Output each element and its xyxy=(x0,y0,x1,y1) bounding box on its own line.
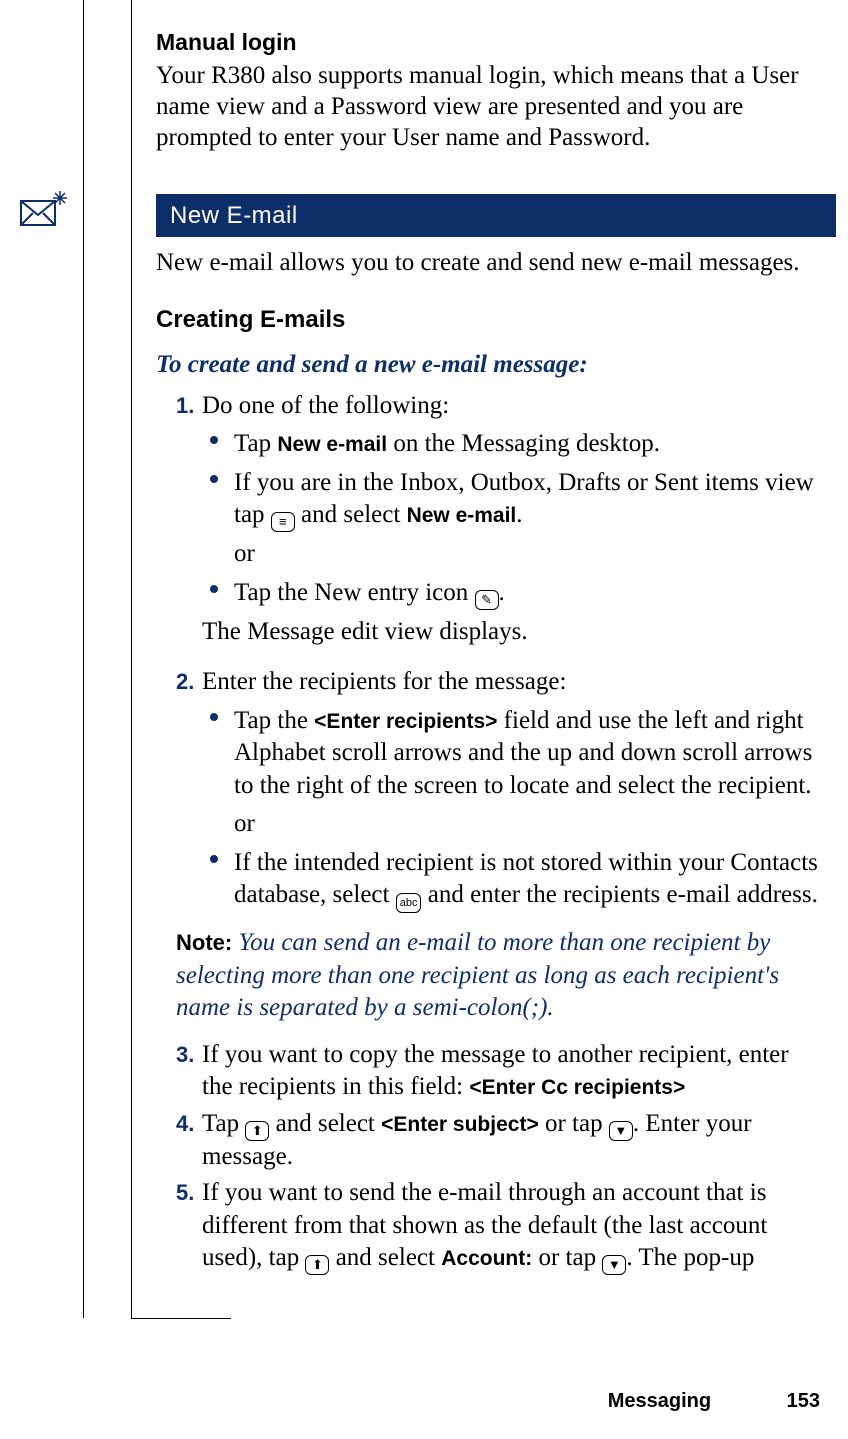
step-body: If you want to send the e-mail through a… xyxy=(202,1177,820,1275)
note-block: Note: You can send an e-mail to more tha… xyxy=(176,927,820,1025)
bold-text: Account: xyxy=(441,1247,532,1270)
step-body: Do one of the following: xyxy=(202,390,820,423)
step2-bullet-2: If the intended recipient is not stored … xyxy=(210,847,820,914)
step-number: 2. xyxy=(176,668,194,697)
page-number: 153 xyxy=(787,1388,820,1414)
new-entry-icon: ✎ xyxy=(475,590,499,610)
step-body: If you want to copy the message to anoth… xyxy=(202,1039,820,1104)
section-intro: New e-mail allows you to create and send… xyxy=(156,247,820,278)
step-4: 4. Tap ⬆ and select <Enter subject> or t… xyxy=(176,1108,820,1174)
step-number: 1. xyxy=(176,392,194,421)
step1-trail: The Message edit view displays. xyxy=(202,616,820,649)
bullet-dot-icon xyxy=(210,585,218,593)
step-number: 3. xyxy=(176,1041,194,1070)
bullet-body: Tap the <Enter recipients> field and use… xyxy=(234,705,820,803)
text: and select xyxy=(329,1244,441,1271)
step-1: 1. Do one of the following: xyxy=(176,390,820,423)
text: and select xyxy=(295,501,407,528)
arrow-down-icon: ▼ xyxy=(609,1121,633,1141)
text: . xyxy=(499,579,505,606)
bold-text: <Enter subject> xyxy=(381,1113,539,1136)
text: . xyxy=(516,501,522,528)
arrow-up-icon: ⬆ xyxy=(245,1121,269,1141)
bullet-body: Tap New e-mail on the Messaging desktop. xyxy=(234,428,820,461)
menu-icon: ≡ xyxy=(271,512,295,532)
text: and select xyxy=(269,1110,381,1137)
bold-text: <Enter Cc recipients> xyxy=(469,1076,685,1099)
creating-emails-heading: Creating E-mails xyxy=(156,304,820,335)
task-heading: To create and send a new e-mail message: xyxy=(156,349,820,382)
page-footer: Messaging 153 xyxy=(0,1388,820,1414)
bullet-body: If the intended recipient is not stored … xyxy=(234,847,820,914)
step-number: 4. xyxy=(176,1110,194,1139)
bullet-dot-icon xyxy=(210,475,218,483)
step1-bullet-2: If you are in the Inbox, Outbox, Drafts … xyxy=(210,467,820,533)
step1-bullet-1: Tap New e-mail on the Messaging desktop. xyxy=(210,428,820,461)
step-3: 3. If you want to copy the message to an… xyxy=(176,1039,820,1104)
arrow-down-icon: ▼ xyxy=(602,1255,626,1275)
vertical-rule-2 xyxy=(83,0,84,1318)
text: Tap xyxy=(202,1110,245,1137)
text: . The pop-up xyxy=(626,1244,754,1271)
bullet-dot-icon xyxy=(210,713,218,721)
bold-text: New e-mail xyxy=(277,433,387,456)
manual-login-heading: Manual login xyxy=(156,28,820,58)
horizontal-rule xyxy=(131,1318,231,1319)
bullet-body: Tap the New entry icon ✎. xyxy=(234,577,820,610)
arrow-up-icon: ⬆ xyxy=(305,1255,329,1275)
step-number: 5. xyxy=(176,1179,194,1208)
step2-bullet-1: Tap the <Enter recipients> field and use… xyxy=(210,705,820,803)
bullet-dot-icon xyxy=(210,436,218,444)
step-2: 2. Enter the recipients for the message: xyxy=(176,666,820,699)
text: or tap xyxy=(532,1244,602,1271)
step-body: Tap ⬆ and select <Enter subject> or tap … xyxy=(202,1108,820,1174)
text: on the Messaging desktop. xyxy=(387,430,660,457)
envelope-sparkle-icon xyxy=(20,191,68,231)
text: Tap xyxy=(234,430,277,457)
bullet-dot-icon xyxy=(210,855,218,863)
note-label: Note: xyxy=(176,930,232,955)
vertical-rule-1 xyxy=(131,0,132,1318)
bold-text: New e-mail xyxy=(407,504,517,527)
text: and enter the recipients e-mail address. xyxy=(421,881,817,908)
page-content: Manual login Your R380 also supports man… xyxy=(156,28,820,1279)
text: Tap the New entry icon xyxy=(234,579,475,606)
step-body: Enter the recipients for the message: xyxy=(202,666,820,699)
footer-section: Messaging xyxy=(608,1390,711,1412)
or-separator: or xyxy=(234,808,820,841)
step-5: 5. If you want to send the e-mail throug… xyxy=(176,1177,820,1275)
or-separator: or xyxy=(234,538,820,571)
section-title-bar: New E-mail xyxy=(156,194,836,237)
manual-login-body: Your R380 also supports manual login, wh… xyxy=(156,60,820,154)
text: or tap xyxy=(539,1110,609,1137)
abc-icon: abc xyxy=(396,893,422,913)
bullet-body: If you are in the Inbox, Outbox, Drafts … xyxy=(234,467,820,533)
bold-text: <Enter recipients> xyxy=(314,710,497,733)
step1-bullet-3: Tap the New entry icon ✎. xyxy=(210,577,820,610)
text: Tap the xyxy=(234,707,314,734)
note-body: You can send an e-mail to more than one … xyxy=(176,929,779,1021)
